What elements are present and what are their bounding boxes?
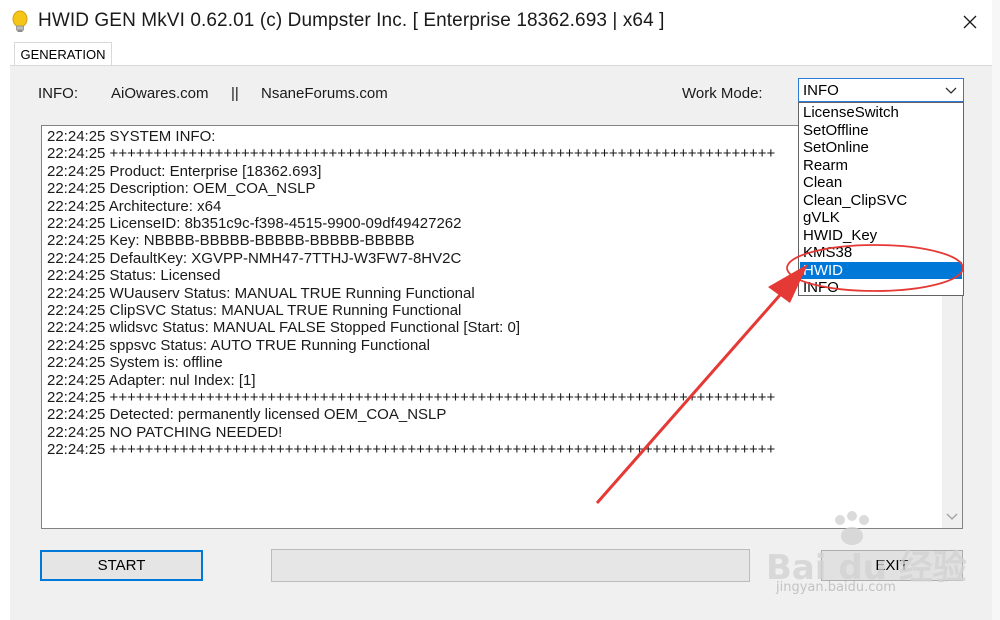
chevron-down-icon <box>945 87 957 94</box>
log-line: 22:24:25 ClipSVC Status: MANUAL TRUE Run… <box>47 302 462 319</box>
work-mode-option[interactable]: Clean <box>800 174 962 191</box>
work-mode-option[interactable]: SetOffline <box>800 122 962 139</box>
exit-button[interactable]: EXIT <box>821 550 963 581</box>
app-window: HWID GEN MkVI 0.62.01 (c) Dumpster Inc. … <box>0 0 992 620</box>
window-title: HWID GEN MkVI 0.62.01 (c) Dumpster Inc. … <box>38 10 665 31</box>
close-button[interactable] <box>955 8 985 36</box>
log-line: 22:24:25 WUauserv Status: MANUAL TRUE Ru… <box>47 284 475 302</box>
work-mode-option[interactable]: Clean_ClipSVC <box>800 192 962 209</box>
log-line: 22:24:25 Description: OEM_COA_NSLP <box>47 180 316 198</box>
work-mode-selected-value: INFO <box>803 82 839 99</box>
aiowares-link[interactable]: AiOwares.com <box>111 85 209 102</box>
info-separator: || <box>231 85 239 102</box>
log-line: 22:24:25 sppsvc Status: AUTO TRUE Runnin… <box>47 336 430 354</box>
log-line: 22:24:25 +++++++++++++++++++++++++++++++… <box>47 389 776 406</box>
log-line: 22:24:25 wlidsvc Status: MANUAL FALSE St… <box>47 319 521 337</box>
title-bar[interactable]: HWID GEN MkVI 0.62.01 (c) Dumpster Inc. … <box>0 0 992 42</box>
close-icon <box>963 15 977 29</box>
log-line: 22:24:25 +++++++++++++++++++++++++++++++… <box>47 441 776 459</box>
progress-bar <box>271 549 750 582</box>
log-line: 22:24:25 Detected: permanently licensed … <box>47 406 447 424</box>
start-button[interactable]: START <box>40 550 203 581</box>
nsaneforums-link[interactable]: NsaneForums.com <box>261 85 388 102</box>
work-mode-option[interactable]: HWID_Key <box>800 227 962 244</box>
log-line: 22:24:25 DefaultKey: XGVPP-NMH47-7TTHJ-W… <box>47 249 462 267</box>
work-mode-option-highlighted[interactable]: HWID <box>800 261 962 279</box>
log-line: 22:24:25 NO PATCHING NEEDED! <box>47 423 283 441</box>
log-line: 22:24:25 LicenseID: 8b351c9c-f398-4515-9… <box>47 215 462 232</box>
work-mode-label: Work Mode: <box>682 85 763 102</box>
work-mode-dropdown-list: LicenseSwitch SetOffline SetOnline Rearm… <box>798 102 964 296</box>
lightbulb-icon <box>12 10 28 32</box>
log-line: 22:24:25 Status: Licensed <box>47 267 221 285</box>
info-label: INFO: <box>38 85 78 102</box>
log-line: 22:24:25 Architecture: x64 <box>47 197 222 215</box>
log-line: 22:24:25 +++++++++++++++++++++++++++++++… <box>47 145 776 163</box>
tab-strip: GENERATION <box>0 42 992 66</box>
log-line: 22:24:25 System is: offline <box>47 354 223 372</box>
log-line: 22:24:25 SYSTEM INFO: <box>47 128 216 145</box>
work-mode-select[interactable]: INFO <box>798 78 964 102</box>
work-mode-option[interactable]: LicenseSwitch <box>800 104 962 121</box>
work-mode-option[interactable]: INFO <box>800 279 962 296</box>
log-line: 22:24:25 Adapter: nul Index: [1] <box>47 371 256 389</box>
work-mode-option[interactable]: gVLK <box>800 209 962 226</box>
work-mode-option[interactable]: KMS38 <box>800 244 962 261</box>
log-line: 22:24:25 Key: NBBBB-BBBBB-BBBBB-BBBBB-BB… <box>47 232 415 250</box>
work-mode-option[interactable]: SetOnline <box>800 139 962 156</box>
work-mode-option[interactable]: Rearm <box>800 157 962 174</box>
log-line: 22:24:25 Product: Enterprise [18362.693] <box>47 162 322 180</box>
tab-generation[interactable]: GENERATION <box>14 42 112 66</box>
scroll-down-arrow-icon[interactable] <box>946 512 958 522</box>
